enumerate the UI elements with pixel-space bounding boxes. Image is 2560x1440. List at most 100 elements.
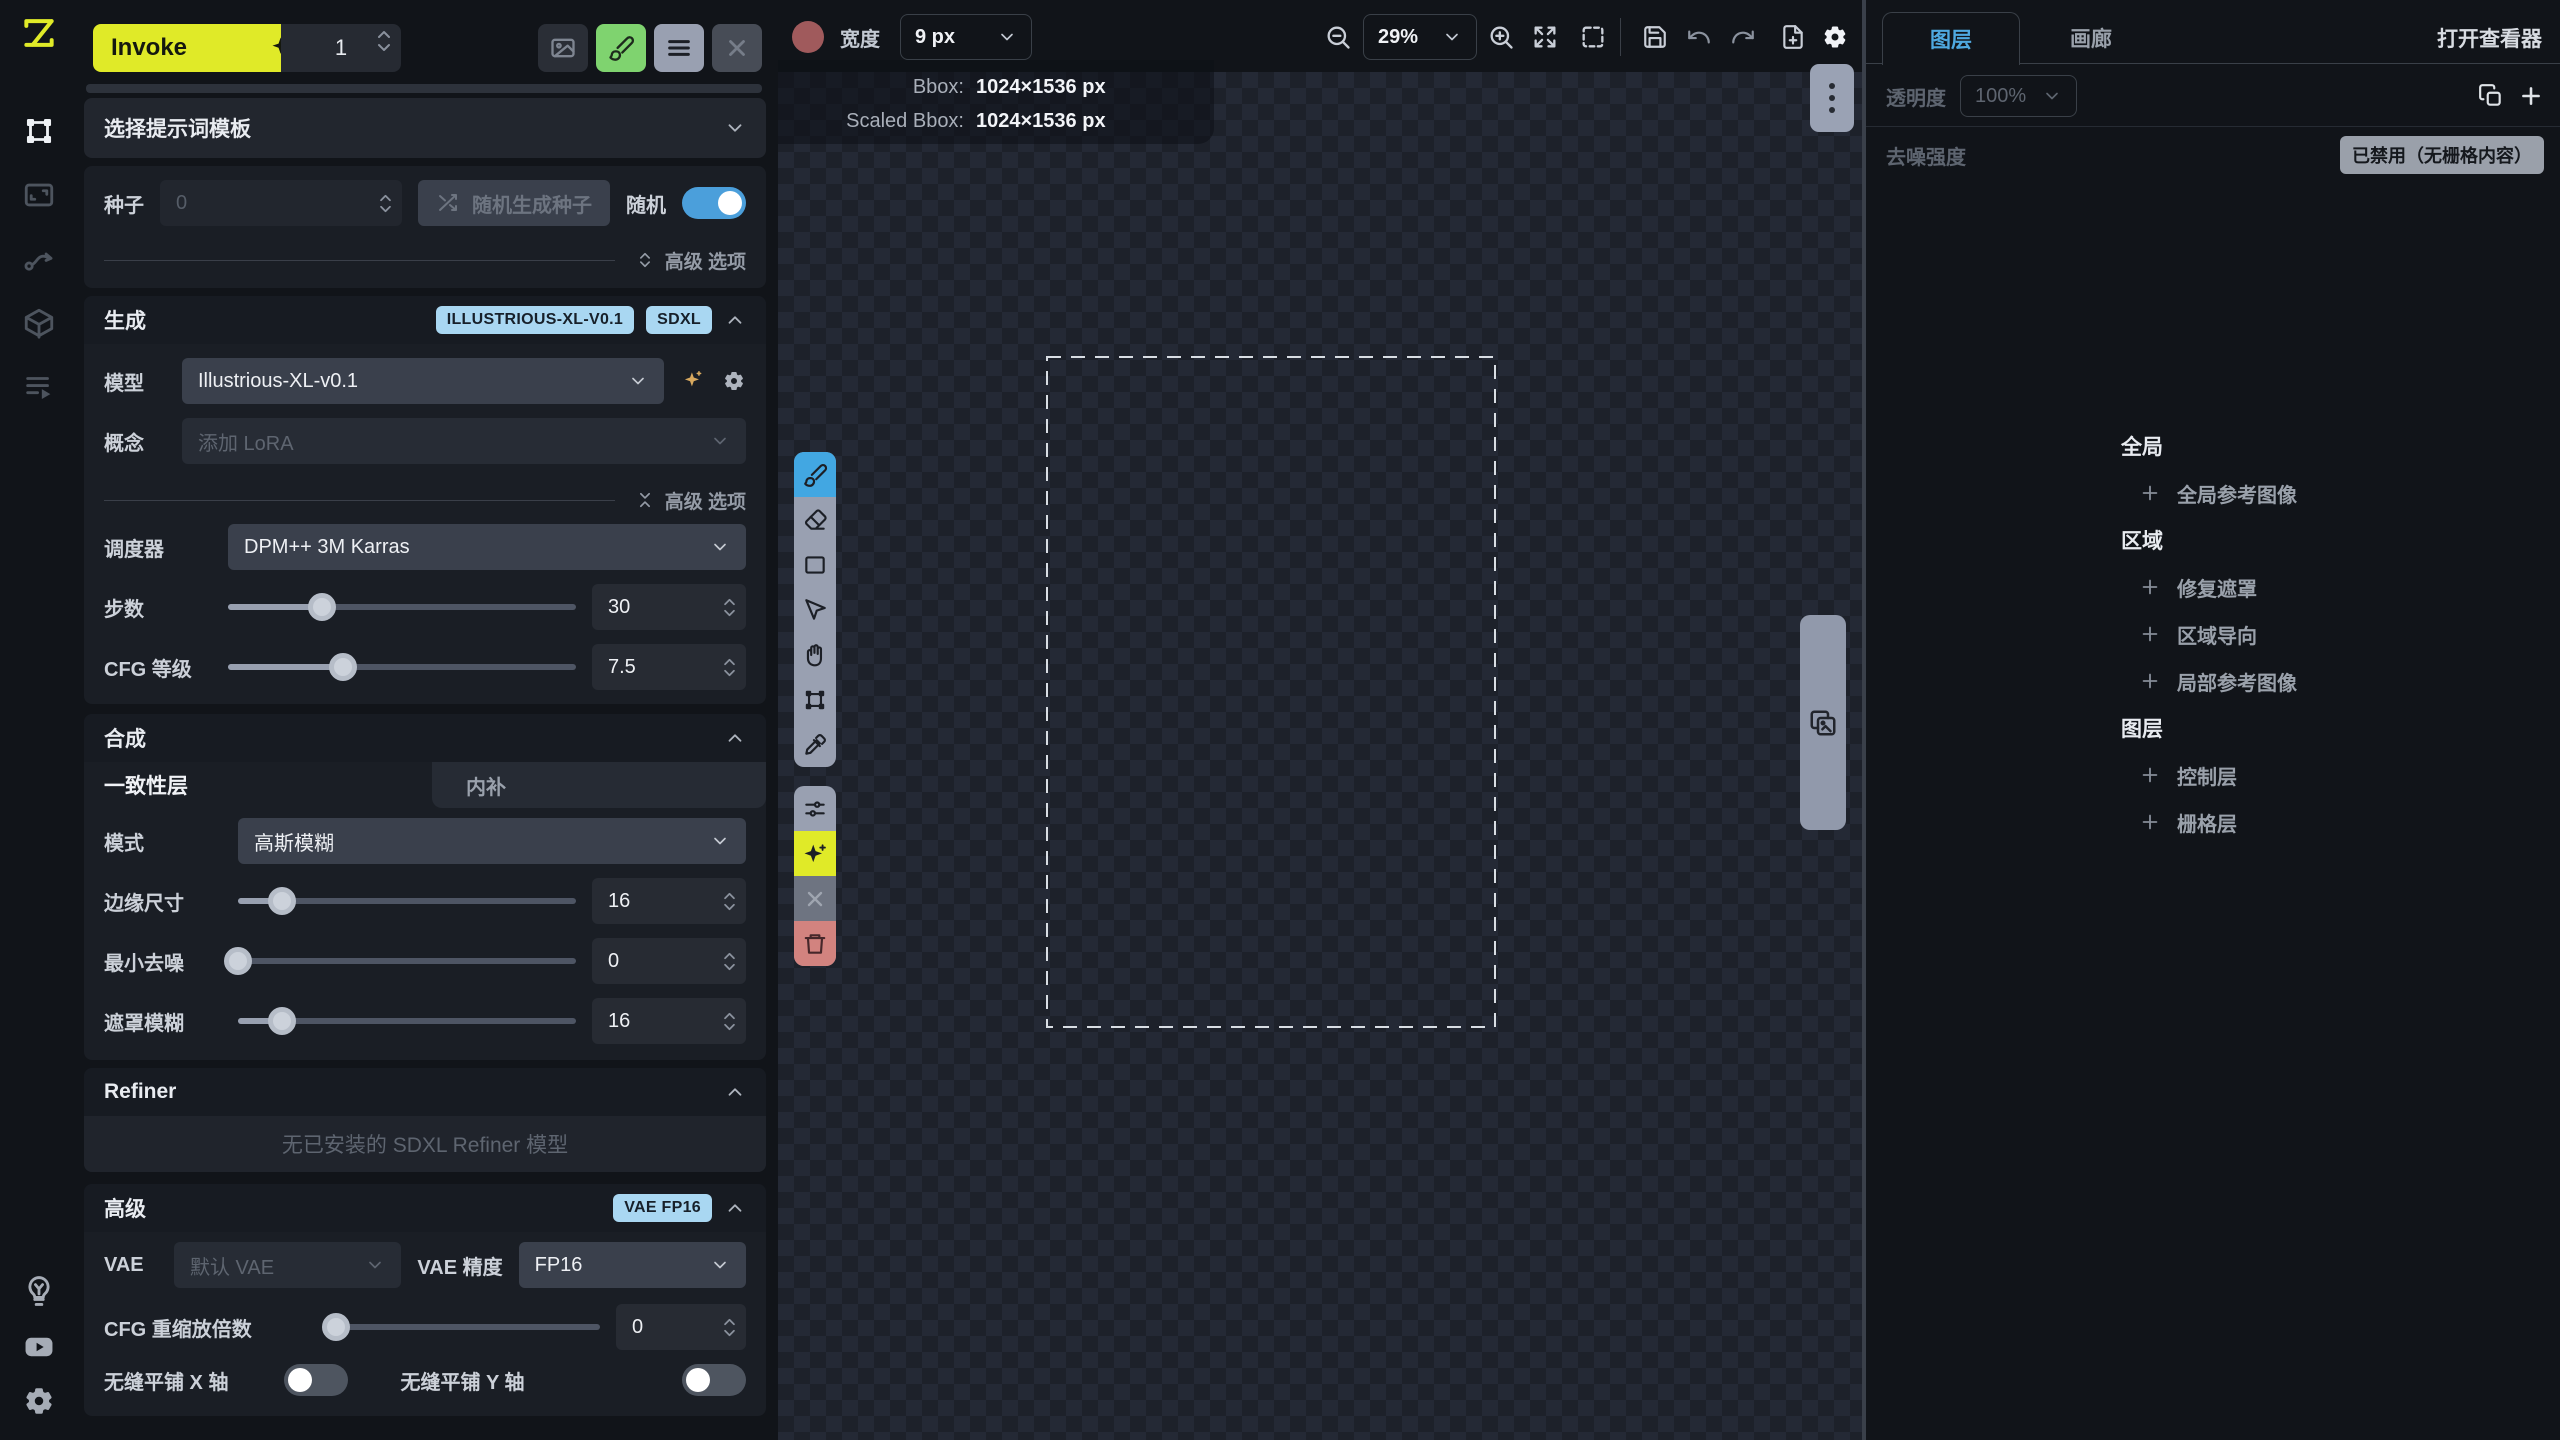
chevron-down-icon[interactable] bbox=[724, 117, 746, 139]
model-label: 模型 bbox=[104, 367, 166, 396]
nav-models-tab[interactable] bbox=[20, 304, 58, 342]
add-regional-reference-image[interactable]: 局部参考图像 bbox=[2121, 665, 2297, 697]
randomize-seed-button[interactable]: 随机生成种子 bbox=[418, 180, 610, 226]
brush-width-select[interactable]: 9 px bbox=[900, 14, 1032, 60]
delete-tool[interactable] bbox=[794, 921, 836, 966]
scaled-bbox-label: Scaled Bbox: bbox=[778, 110, 964, 133]
pan-tool[interactable] bbox=[794, 632, 836, 677]
mask-blur-slider[interactable] bbox=[238, 998, 576, 1044]
tab-layers[interactable]: 图层 bbox=[1882, 12, 2020, 65]
seed-input[interactable]: 0 bbox=[160, 180, 402, 226]
min-denoise-slider[interactable] bbox=[238, 938, 576, 984]
cfg-rescale-input[interactable]: 0 bbox=[616, 1304, 746, 1350]
gallery-panel-handle[interactable] bbox=[1800, 615, 1846, 830]
generate-sparkle-tool[interactable] bbox=[794, 831, 836, 876]
nav-canvas-tab[interactable] bbox=[20, 112, 58, 150]
vae-select[interactable]: 默认 VAE bbox=[174, 1242, 401, 1288]
mask-blur-input[interactable]: 16 bbox=[592, 998, 746, 1044]
generation-advanced-options[interactable]: 高级 选项 bbox=[104, 484, 746, 516]
model-select[interactable]: Illustrious-XL-v0.1 bbox=[182, 358, 664, 404]
add-control-layer[interactable]: 控制层 bbox=[2121, 759, 2297, 791]
model-settings-gear-icon[interactable] bbox=[722, 369, 746, 393]
chevron-up-icon[interactable] bbox=[724, 1197, 746, 1219]
fit-to-view-icon[interactable] bbox=[1530, 14, 1560, 60]
eyedropper-tool[interactable] bbox=[794, 722, 836, 767]
advanced-header[interactable]: 高级 VAE FP16 bbox=[84, 1184, 766, 1232]
undo-icon[interactable] bbox=[1684, 14, 1714, 60]
chevron-up-icon[interactable] bbox=[724, 309, 746, 331]
opacity-select[interactable]: 100% bbox=[1960, 75, 2077, 117]
save-icon[interactable] bbox=[1640, 14, 1670, 60]
cancel-tool[interactable] bbox=[794, 876, 836, 921]
zoom-in-icon[interactable] bbox=[1486, 14, 1516, 60]
seed-advanced-options[interactable]: 高级 选项 bbox=[104, 244, 746, 276]
redo-icon[interactable] bbox=[1728, 14, 1758, 60]
duplicate-layer-icon[interactable] bbox=[2478, 83, 2504, 109]
filters-tool[interactable] bbox=[794, 786, 836, 831]
nav-queue-tab[interactable] bbox=[20, 368, 58, 406]
edge-size-input[interactable]: 16 bbox=[592, 878, 746, 924]
chevron-up-icon[interactable] bbox=[724, 1081, 746, 1103]
seamless-x-label: 无缝平铺 X 轴 bbox=[104, 1366, 228, 1395]
tool-group-main bbox=[794, 452, 836, 767]
nav-workflows-tab[interactable] bbox=[20, 240, 58, 278]
transform-tool[interactable] bbox=[794, 677, 836, 722]
open-viewer-button[interactable]: 打开查看器 bbox=[2437, 12, 2542, 64]
coherence-mode-select[interactable]: 高斯模糊 bbox=[238, 818, 746, 864]
prompt-template-bar[interactable]: 选择提示词模板 bbox=[84, 98, 766, 158]
save-as-icon[interactable] bbox=[1778, 14, 1808, 60]
generation-header[interactable]: 生成 ILLUSTRIOUS-XL-V0.1 SDXL bbox=[84, 296, 766, 344]
compositing-card: 合成 一致性层 内补 模式 高斯模糊 边缘尺寸 16 bbox=[84, 714, 766, 1060]
min-denoise-input[interactable]: 0 bbox=[592, 938, 746, 984]
generation-title: 生成 bbox=[104, 305, 146, 335]
brush-tool[interactable] bbox=[794, 452, 836, 497]
zoom-out-icon[interactable] bbox=[1323, 14, 1353, 60]
brush-color-swatch[interactable] bbox=[792, 21, 824, 53]
cfg-rescale-slider[interactable] bbox=[336, 1304, 600, 1350]
tab-coherence-layer[interactable]: 一致性层 bbox=[104, 762, 188, 808]
select-tool[interactable] bbox=[794, 587, 836, 632]
steps-slider[interactable] bbox=[228, 584, 576, 630]
add-regional-guidance[interactable]: 区域导向 bbox=[2121, 618, 2297, 650]
fit-bbox-icon[interactable] bbox=[1578, 14, 1608, 60]
nav-upscaling-tab[interactable] bbox=[20, 176, 58, 214]
lora-select[interactable]: 添加 LoRA bbox=[182, 418, 746, 464]
seamless-x-toggle[interactable] bbox=[284, 1364, 348, 1396]
edge-size-slider[interactable] bbox=[238, 878, 576, 924]
cfg-scale-slider[interactable] bbox=[228, 644, 576, 690]
eraser-tool[interactable] bbox=[794, 497, 836, 542]
vae-precision-select[interactable]: FP16 bbox=[519, 1242, 746, 1288]
refiner-title: Refiner bbox=[104, 1080, 176, 1104]
seed-card: 种子 0 随机生成种子 随机 高级 选项 bbox=[84, 166, 766, 288]
cfg-scale-input[interactable]: 7.5 bbox=[592, 644, 746, 690]
canvas-menu-button[interactable] bbox=[1810, 64, 1854, 132]
tab-gallery[interactable]: 画廊 bbox=[2026, 12, 2156, 64]
canvas-area[interactable]: 宽度 9 px 29% Bbox: 1024×1536 px bbox=[778, 0, 1862, 1440]
generation-bbox[interactable] bbox=[1046, 356, 1496, 1028]
add-global-reference-image[interactable]: 全局参考图像 bbox=[2121, 477, 2297, 509]
collapse-vertical-icon bbox=[635, 488, 655, 512]
tool-group-actions bbox=[794, 786, 836, 966]
vae-label: VAE bbox=[104, 1254, 158, 1277]
zoom-level-select[interactable]: 29% bbox=[1363, 14, 1477, 60]
refiner-header[interactable]: Refiner bbox=[84, 1068, 766, 1116]
video-tutorials-icon[interactable] bbox=[20, 1328, 58, 1366]
model-sparkle-icon[interactable] bbox=[680, 368, 706, 394]
rect-tool[interactable] bbox=[794, 542, 836, 587]
canvas-settings-gear-icon[interactable] bbox=[1820, 14, 1850, 60]
settings-gear-icon[interactable] bbox=[20, 1382, 58, 1420]
scheduler-select[interactable]: DPM++ 3M Karras bbox=[228, 524, 746, 570]
add-inpaint-mask[interactable]: 修复遮罩 bbox=[2121, 571, 2297, 603]
add-raster-layer[interactable]: 栅格层 bbox=[2121, 806, 2297, 838]
tab-infill[interactable]: 内补 bbox=[432, 762, 766, 808]
opacity-label: 透明度 bbox=[1886, 82, 1946, 111]
support-lightbulb-icon[interactable] bbox=[20, 1272, 58, 1310]
steps-input[interactable]: 30 bbox=[592, 584, 746, 630]
random-seed-toggle[interactable] bbox=[682, 187, 746, 219]
add-layer-plus-icon[interactable] bbox=[2518, 83, 2544, 109]
group-heading-regional: 区域 bbox=[2121, 524, 2297, 556]
vae-fp16-badge: VAE FP16 bbox=[613, 1194, 712, 1222]
seamless-y-toggle[interactable] bbox=[682, 1364, 746, 1396]
chevron-up-icon[interactable] bbox=[724, 727, 746, 749]
compositing-header[interactable]: 合成 bbox=[84, 714, 766, 762]
